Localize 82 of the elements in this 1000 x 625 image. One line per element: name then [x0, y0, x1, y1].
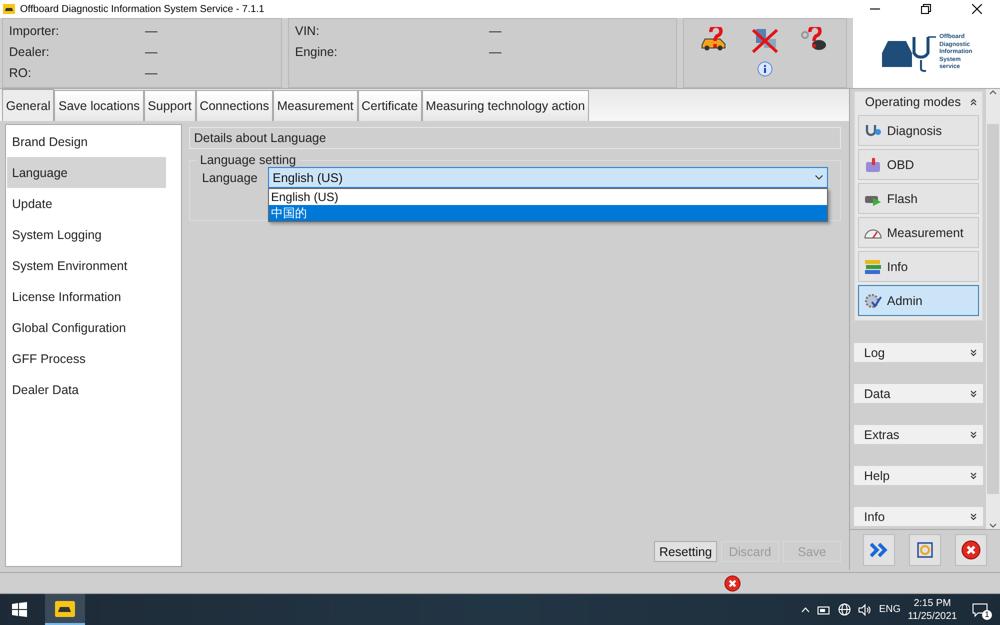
vehicle-value: —	[489, 23, 502, 40]
vehicle-label: VIN:	[295, 23, 320, 40]
settings-list-item[interactable]: Dealer Data	[7, 374, 166, 405]
collapse-icon	[970, 98, 977, 106]
close-icon	[972, 4, 982, 14]
operating-modes-header[interactable]: Operating modes	[858, 92, 979, 112]
tab[interactable]: Connections	[196, 90, 274, 121]
chevron-down-icon	[815, 175, 823, 180]
action-button[interactable]: Resetting	[654, 541, 717, 562]
vehicle-value: —	[489, 44, 502, 61]
dropdown-option[interactable]: English (US)	[269, 189, 827, 205]
info-label: Dealer:	[9, 44, 50, 61]
mode-button[interactable]: Diagnosis	[858, 115, 979, 146]
tab[interactable]: Save locations	[54, 90, 144, 121]
settings-list-item[interactable]: System Environment	[7, 250, 166, 281]
frame-icon	[916, 541, 934, 559]
section-header[interactable]: Help	[854, 466, 983, 485]
books-icon	[864, 258, 882, 274]
tab[interactable]: Support	[144, 90, 196, 121]
globe-icon[interactable]	[838, 603, 852, 616]
windows-start-icon[interactable]	[12, 602, 27, 617]
tab[interactable]: Certificate	[358, 90, 422, 121]
mode-button[interactable]: Admin	[858, 285, 979, 316]
error-icon[interactable]	[724, 574, 741, 592]
vehicle-label: Engine:	[295, 44, 338, 61]
taskbar-app[interactable]	[45, 594, 85, 625]
chevron-up-icon[interactable]	[801, 606, 810, 612]
info-icon[interactable]	[756, 61, 774, 79]
network-error-icon[interactable]	[750, 27, 780, 53]
scroll-up-icon[interactable]	[989, 89, 997, 97]
exit-button[interactable]	[955, 534, 987, 566]
group-title: Language setting	[199, 153, 297, 167]
info-value: —	[145, 65, 158, 82]
tab[interactable]: Measurement	[273, 90, 358, 121]
settings-list-item[interactable]: Brand Design	[7, 126, 166, 157]
info-value: —	[145, 23, 158, 40]
dropdown-option[interactable]: 中国的	[269, 205, 827, 221]
mode-button[interactable]: Info	[858, 251, 979, 282]
language-indicator[interactable]: ENG	[879, 604, 901, 615]
app-logo-icon	[55, 600, 75, 616]
details-title: Details about Language	[189, 127, 841, 149]
forward-button[interactable]	[863, 534, 895, 566]
section-header[interactable]: Extras	[854, 425, 983, 444]
tab[interactable]: General	[2, 89, 54, 121]
settings-list-item[interactable]: Language	[7, 157, 166, 188]
field-label: Language	[202, 170, 258, 184]
speaker-icon[interactable]	[858, 604, 872, 616]
mode-button[interactable]: OBD	[858, 149, 979, 180]
tab[interactable]: Measuring technology action	[422, 90, 589, 121]
toolbox-icon	[864, 156, 882, 172]
settings-list-item[interactable]: Update	[7, 188, 166, 219]
battery-icon[interactable]	[817, 604, 832, 614]
scroll-down-icon[interactable]	[989, 521, 997, 529]
settings-list-item[interactable]: Global Configuration	[7, 312, 166, 343]
window-title: Offboard Diagnostic Information System Service - 7.1.1	[20, 4, 266, 14]
expand-icon	[970, 390, 977, 398]
section-header[interactable]: Data	[854, 384, 983, 403]
clock[interactable]: 2:15 PM 11/25/2021	[908, 596, 957, 622]
fit-button[interactable]	[909, 534, 941, 566]
info-value: —	[145, 44, 158, 61]
settings-list-item[interactable]: System Logging	[7, 219, 166, 250]
section-header[interactable]: Log	[854, 343, 983, 362]
mode-button[interactable]: Measurement	[858, 217, 979, 248]
section-header[interactable]: Info	[854, 507, 983, 526]
stethoscope-icon	[864, 122, 882, 138]
app-logo-icon	[3, 4, 15, 14]
expand-icon	[970, 348, 977, 356]
settings-list-item[interactable]: License Information	[7, 281, 166, 312]
mode-button[interactable]: Flash	[858, 183, 979, 214]
settings-list-item[interactable]: GFF Process	[7, 343, 166, 374]
close-icon[interactable]	[961, 540, 981, 560]
expand-icon	[970, 430, 977, 438]
language-dropdown[interactable]: English (US)	[268, 167, 828, 188]
scrollbar[interactable]	[986, 89, 1000, 529]
gear-icon	[864, 292, 882, 308]
info-label: RO:	[9, 65, 32, 82]
panel-title: Operating modes	[865, 95, 961, 109]
expand-icon	[970, 472, 977, 480]
info-label: Importer:	[9, 23, 60, 40]
restore-icon	[921, 4, 931, 14]
double-chevron-icon	[869, 542, 889, 558]
expand-icon	[970, 512, 977, 520]
